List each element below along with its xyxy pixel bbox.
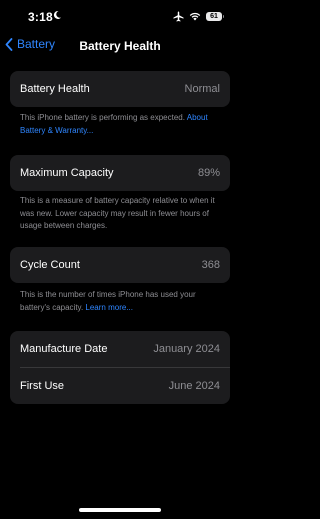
manufacture-date-label: Manufacture Date [20,343,108,355]
manufacture-date-row: Manufacture Date January 2024 [10,331,230,367]
battery-health-note: This iPhone battery is performing as exp… [20,112,222,137]
cycle-count-row: Cycle Count 368 [10,247,230,283]
battery-icon: 61 [206,11,224,21]
battery-health-card: Battery Health Normal [10,71,230,107]
status-time: 3:18 [28,10,53,24]
manufacture-date-value: January 2024 [153,343,220,355]
wifi-icon [189,12,201,21]
maximum-capacity-note: This is a measure of battery capacity re… [20,196,215,230]
cycle-count-card: Cycle Count 368 [10,247,230,283]
cycle-count-value: 368 [201,259,220,271]
battery-health-row: Battery Health Normal [10,71,230,107]
learn-more-link[interactable]: Learn more... [85,303,133,312]
airplane-mode-icon [173,10,184,22]
cycle-count-note: This is the number of times iPhone has u… [20,289,222,314]
battery-health-note-text: This iPhone battery is performing as exp… [20,113,187,122]
maximum-capacity-row: Maximum Capacity 89% [10,155,230,191]
cycle-count-label: Cycle Count [20,259,80,271]
maximum-capacity-label: Maximum Capacity [20,167,114,179]
status-bar: 3:18 61 [0,0,240,30]
first-use-row: First Use June 2024 [10,368,230,404]
maximum-capacity-card: Maximum Capacity 89% [10,155,230,191]
first-use-label: First Use [20,380,64,392]
status-icons: 61 [173,10,224,22]
navigation-bar: Battery Battery Health [0,34,240,58]
battery-health-value: Normal [184,83,220,95]
first-use-value: June 2024 [168,380,220,392]
home-indicator[interactable] [79,508,161,512]
maximum-capacity-value: 89% [197,167,220,179]
battery-level: 61 [210,12,218,20]
do-not-disturb-moon-icon [53,10,61,19]
page-title: Battery Health [79,39,161,53]
dates-card: Manufacture Date January 2024 First Use … [10,331,230,404]
battery-health-label: Battery Health [20,83,90,95]
